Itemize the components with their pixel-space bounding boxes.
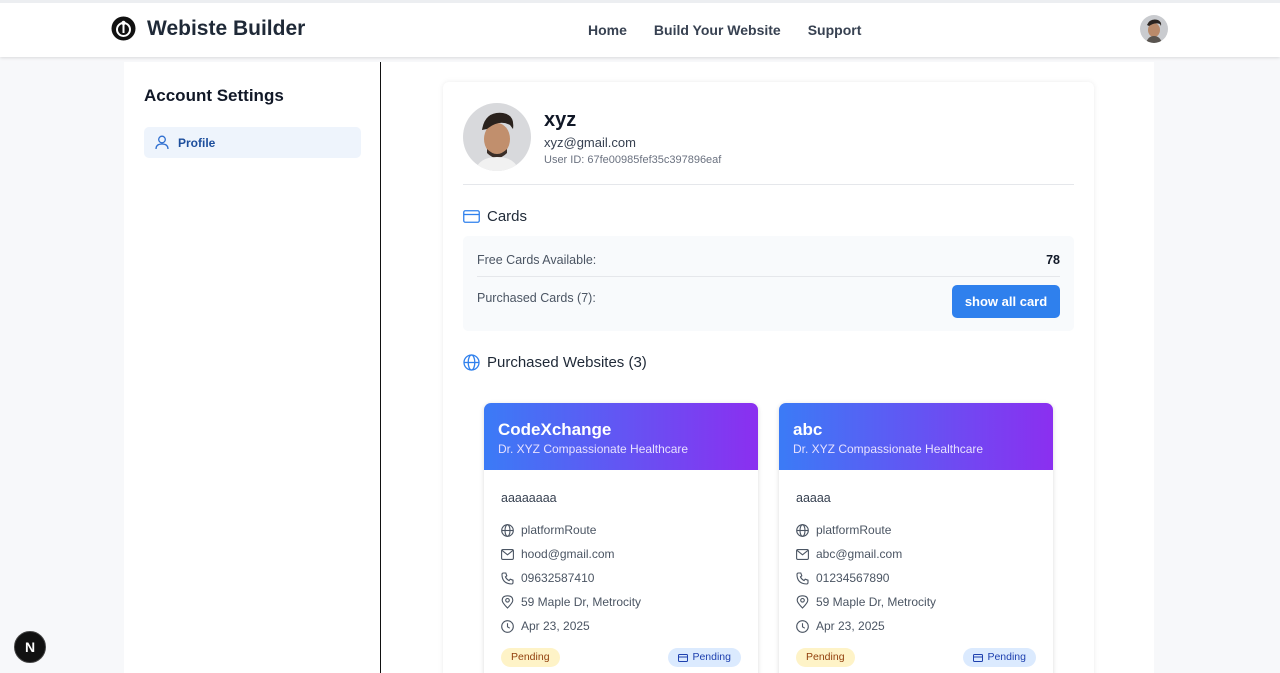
website-card-header: abc Dr. XYZ Compassionate Healthcare — [779, 403, 1053, 470]
website-phone: 01234567890 — [796, 571, 889, 585]
profile-user-id: User ID: 67fe00985fef35c397896eaf — [544, 154, 722, 166]
website-address: 59 Maple Dr, Metrocity — [796, 595, 936, 609]
website-address: 59 Maple Dr, Metrocity — [501, 595, 641, 609]
sidebar-title: Account Settings — [144, 86, 284, 105]
website-email-text: abc@gmail.com — [816, 547, 903, 561]
free-cards-label: Free Cards Available: — [477, 253, 597, 267]
avatar-image — [1140, 15, 1168, 43]
phone-icon — [501, 571, 514, 585]
nav-home[interactable]: Home — [588, 22, 627, 38]
purchased-websites-label: Purchased Websites (3) — [487, 354, 647, 371]
website-card[interactable]: abc Dr. XYZ Compassionate Healthcare aaa… — [779, 403, 1053, 673]
card-status-badge: Pending — [668, 648, 741, 667]
website-email-text: hood@gmail.com — [521, 547, 615, 561]
divider — [477, 276, 1060, 277]
credit-card-icon — [973, 653, 984, 662]
card-status-label: Pending — [987, 651, 1026, 663]
clock-icon — [501, 619, 514, 633]
purchased-cards-label: Purchased Cards (7): — [477, 291, 596, 305]
sidebar-item-profile[interactable]: Profile — [144, 127, 361, 158]
card-status-label: Pending — [692, 651, 731, 663]
website-card[interactable]: CodeXchange Dr. XYZ Compassionate Health… — [484, 403, 758, 673]
credit-card-icon — [678, 653, 689, 662]
website-phone-text: 09632587410 — [521, 571, 595, 585]
cards-heading-label: Cards — [487, 208, 528, 225]
brand[interactable]: Webiste Builder — [111, 16, 305, 41]
website-description: aaaaaaaa — [501, 491, 557, 505]
cards-heading: Cards — [463, 208, 527, 225]
card-status-badge: Pending — [963, 648, 1036, 667]
top-navbar: Webiste Builder Home Build Your Website … — [0, 0, 1280, 57]
profile-email: xyz@gmail.com — [544, 135, 636, 150]
website-date-text: Apr 23, 2025 — [816, 619, 885, 633]
globe-icon — [463, 354, 480, 371]
user-icon — [155, 135, 169, 150]
website-route: platformRoute — [501, 523, 596, 537]
cards-summary: Free Cards Available: 78 Purchased Cards… — [463, 236, 1074, 331]
profile-name: xyz — [544, 109, 577, 131]
main-nav: Home Build Your Website Support — [588, 22, 888, 38]
show-all-card-button[interactable]: show all card — [952, 285, 1060, 318]
website-route-text: platformRoute — [816, 523, 892, 537]
website-title: CodeXchange — [498, 420, 612, 439]
globe-icon — [501, 523, 514, 537]
website-email: abc@gmail.com — [796, 547, 902, 561]
website-route-text: platformRoute — [521, 523, 597, 537]
map-pin-icon — [796, 595, 809, 609]
clock-icon — [796, 619, 809, 633]
website-date-text: Apr 23, 2025 — [521, 619, 590, 633]
website-email: hood@gmail.com — [501, 547, 615, 561]
website-address-text: 59 Maple Dr, Metrocity — [521, 595, 642, 609]
globe-icon — [796, 523, 809, 537]
website-phone-text: 01234567890 — [816, 571, 890, 585]
mail-icon — [501, 548, 514, 560]
sidebar: Account Settings Profile — [124, 62, 381, 673]
brand-name: Webiste Builder — [147, 16, 306, 40]
status-badge: Pending — [501, 648, 560, 667]
divider — [463, 184, 1074, 185]
profile-photo-image — [463, 103, 531, 171]
website-date: Apr 23, 2025 — [501, 619, 590, 633]
website-subtitle: Dr. XYZ Compassionate Healthcare — [793, 442, 984, 456]
logo-icon — [111, 16, 136, 41]
website-phone: 09632587410 — [501, 571, 594, 585]
nav-build-your-website[interactable]: Build Your Website — [654, 22, 781, 38]
website-date: Apr 23, 2025 — [796, 619, 885, 633]
map-pin-icon — [501, 595, 514, 609]
website-description: aaaaa — [796, 491, 831, 505]
phone-icon — [796, 571, 809, 585]
status-badge: Pending — [796, 648, 855, 667]
website-route: platformRoute — [796, 523, 891, 537]
profile-avatar — [463, 103, 531, 171]
user-avatar[interactable] — [1140, 15, 1168, 43]
dev-tools-badge[interactable]: N — [14, 631, 46, 663]
mail-icon — [796, 548, 809, 560]
credit-card-icon — [463, 210, 480, 223]
website-card-header: CodeXchange Dr. XYZ Compassionate Health… — [484, 403, 758, 470]
website-address-text: 59 Maple Dr, Metrocity — [816, 595, 937, 609]
nav-support[interactable]: Support — [808, 22, 862, 38]
profile-card: xyz xyz@gmail.com User ID: 67fe00985fef3… — [443, 82, 1094, 673]
free-cards-value: 78 — [1046, 253, 1060, 267]
website-subtitle: Dr. XYZ Compassionate Healthcare — [498, 442, 689, 456]
sidebar-item-label: Profile — [178, 135, 216, 150]
website-title: abc — [793, 420, 823, 439]
purchased-websites-heading: Purchased Websites (3) — [463, 354, 647, 371]
